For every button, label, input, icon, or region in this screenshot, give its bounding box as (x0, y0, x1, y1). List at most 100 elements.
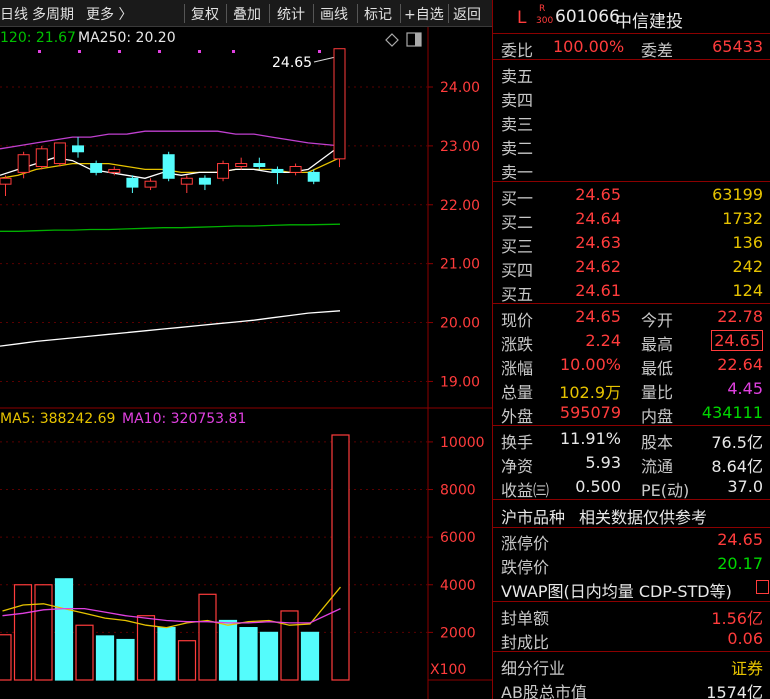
ask-label: 卖二 (501, 139, 534, 158)
industry-value[interactable]: 证券 (731, 655, 763, 679)
volume-bar (177, 640, 197, 681)
weibi-value: 100.00% (553, 37, 625, 56)
stock-prefix: L (517, 8, 527, 28)
section-header: 沪市品种 相关数据仅供参考 (493, 502, 770, 528)
bid-label: 买三 (501, 237, 534, 256)
quote-label: 量比 (641, 383, 674, 402)
industry-row[interactable]: 细分行业 证券 (493, 653, 770, 679)
bid-row[interactable]: 买五 24.61 124 (493, 279, 770, 304)
weibi-label: 委比 (501, 41, 534, 60)
ask-row: 卖二 (493, 133, 770, 158)
quote-value: 434111 (701, 403, 763, 422)
candle-body (53, 142, 66, 165)
bid-volume: 1732 (722, 209, 763, 228)
ask-row: 卖三 (493, 109, 770, 134)
candle-body (217, 163, 230, 179)
fund-row: 换手 11.91% 股本 76.5亿 (493, 427, 770, 452)
diamond-icon[interactable] (385, 33, 399, 47)
market-cap-label: AB股总市值 (501, 683, 587, 699)
candle (235, 157, 248, 170)
volume-bar (54, 578, 74, 681)
price-tick-label: 21.00 (440, 257, 480, 273)
ask-label: 卖三 (501, 115, 534, 134)
quote-value: 24.65 (575, 307, 621, 326)
candle (0, 175, 12, 196)
candle-body (0, 177, 12, 185)
seal-amount-row: 封单额 1.56亿 (493, 603, 770, 628)
volume-tick-label: 4000 (440, 578, 476, 594)
bid-label: 买四 (501, 261, 534, 280)
quote-label: 外盘 (501, 407, 534, 426)
volume-unit: X100 (430, 662, 467, 678)
candle-body (72, 145, 85, 153)
quote-panel: L R 300 601066 中信建投 委比 100.00% 委差 65433 … (492, 0, 770, 699)
candle-body (289, 166, 302, 173)
section-title[interactable]: 沪市品种 (501, 504, 565, 528)
chart-icon[interactable] (756, 580, 769, 594)
volume-bar (116, 638, 135, 681)
stock-code: 601066 (555, 7, 620, 27)
fund-value: 0.500 (575, 477, 621, 496)
signal-dot (232, 50, 235, 53)
fund-row: 净资 5.93 流通 8.64亿 (493, 451, 770, 476)
bid-price: 24.65 (575, 185, 621, 204)
bid-row[interactable]: 买四 24.62 242 (493, 255, 770, 280)
bid-row[interactable]: 买三 24.63 136 (493, 231, 770, 256)
volume-bar (198, 593, 217, 681)
fund-label: 净资 (501, 457, 534, 476)
quote-row: 总量 102.9万 量比 4.45 (493, 377, 770, 402)
signal-dot (118, 50, 121, 53)
stock-name: 中信建投 (615, 12, 683, 32)
ma250-line (0, 310, 341, 347)
signal-dot (318, 50, 321, 53)
volume-tick-label: 2000 (440, 625, 476, 641)
candle-body (253, 163, 266, 168)
fund-value: 5.93 (585, 453, 621, 472)
candle-body (144, 180, 157, 188)
volume-bar (218, 619, 238, 681)
panel-toggle-icon[interactable] (406, 32, 422, 47)
volume-bar (331, 434, 350, 681)
ask-row: 卖五 (493, 61, 770, 86)
bid-row[interactable]: 买二 24.64 1732 (493, 207, 770, 232)
price-tick-label: 19.00 (440, 374, 480, 390)
candle-body (35, 148, 48, 167)
candle (180, 175, 193, 193)
volume-bar (239, 627, 258, 681)
vwap-row[interactable]: VWAP图(日内均量 CDP-STD等) (493, 576, 770, 602)
volume-tick-label: 6000 (440, 530, 476, 546)
kline-svg: 24.00 23.00 22.00 21.00 20.00 19.00 10000 8000 6… (0, 27, 492, 699)
fund-value: 11.91% (559, 429, 621, 448)
quote-label: 最高 (641, 335, 674, 354)
bid-price: 24.61 (575, 281, 621, 300)
limit-up-row: 涨停价 24.65 (493, 528, 770, 553)
candle-body (198, 177, 211, 185)
ask-row: 卖一 (493, 157, 770, 182)
limit-down-label: 跌停价 (501, 558, 550, 577)
ask-label: 卖四 (501, 91, 534, 110)
bid-row[interactable]: 买一 24.65 63199 (493, 183, 770, 208)
limit-up-value: 24.65 (717, 530, 763, 549)
ask-label: 卖一 (501, 163, 534, 182)
stock-header: L R 300 601066 中信建投 (493, 4, 770, 32)
quote-value: 595079 (559, 403, 621, 422)
market-cap-row: AB股总市值 1574亿 (493, 677, 770, 699)
quote-label: 总量 (501, 383, 534, 402)
section-note: 相关数据仅供参考 (579, 508, 708, 527)
ma120-line (0, 223, 341, 232)
candle-body (108, 168, 121, 173)
bid-label: 买五 (501, 285, 534, 304)
signal-dot (78, 50, 81, 53)
price-tick-label: 22.00 (440, 198, 480, 214)
volume-tick-label: 8000 (440, 483, 476, 499)
seal-amount-value: 1.56亿 (711, 609, 763, 628)
candle (144, 178, 157, 191)
candle-body (235, 163, 248, 168)
quote-value: 102.9万 (559, 383, 621, 402)
vwap-link[interactable]: VWAP图(日内均量 CDP-STD等) (501, 578, 732, 602)
fund-value: 76.5亿 (711, 433, 763, 452)
volume-bar (157, 627, 176, 681)
weicha-label: 委差 (641, 41, 674, 60)
kline-chart-area[interactable]: 日线 多周期 更多 〉 复权 叠加 统计 画线 标记 +自选 返回 120: 2… (0, 0, 492, 699)
quote-label: 内盘 (641, 407, 674, 426)
